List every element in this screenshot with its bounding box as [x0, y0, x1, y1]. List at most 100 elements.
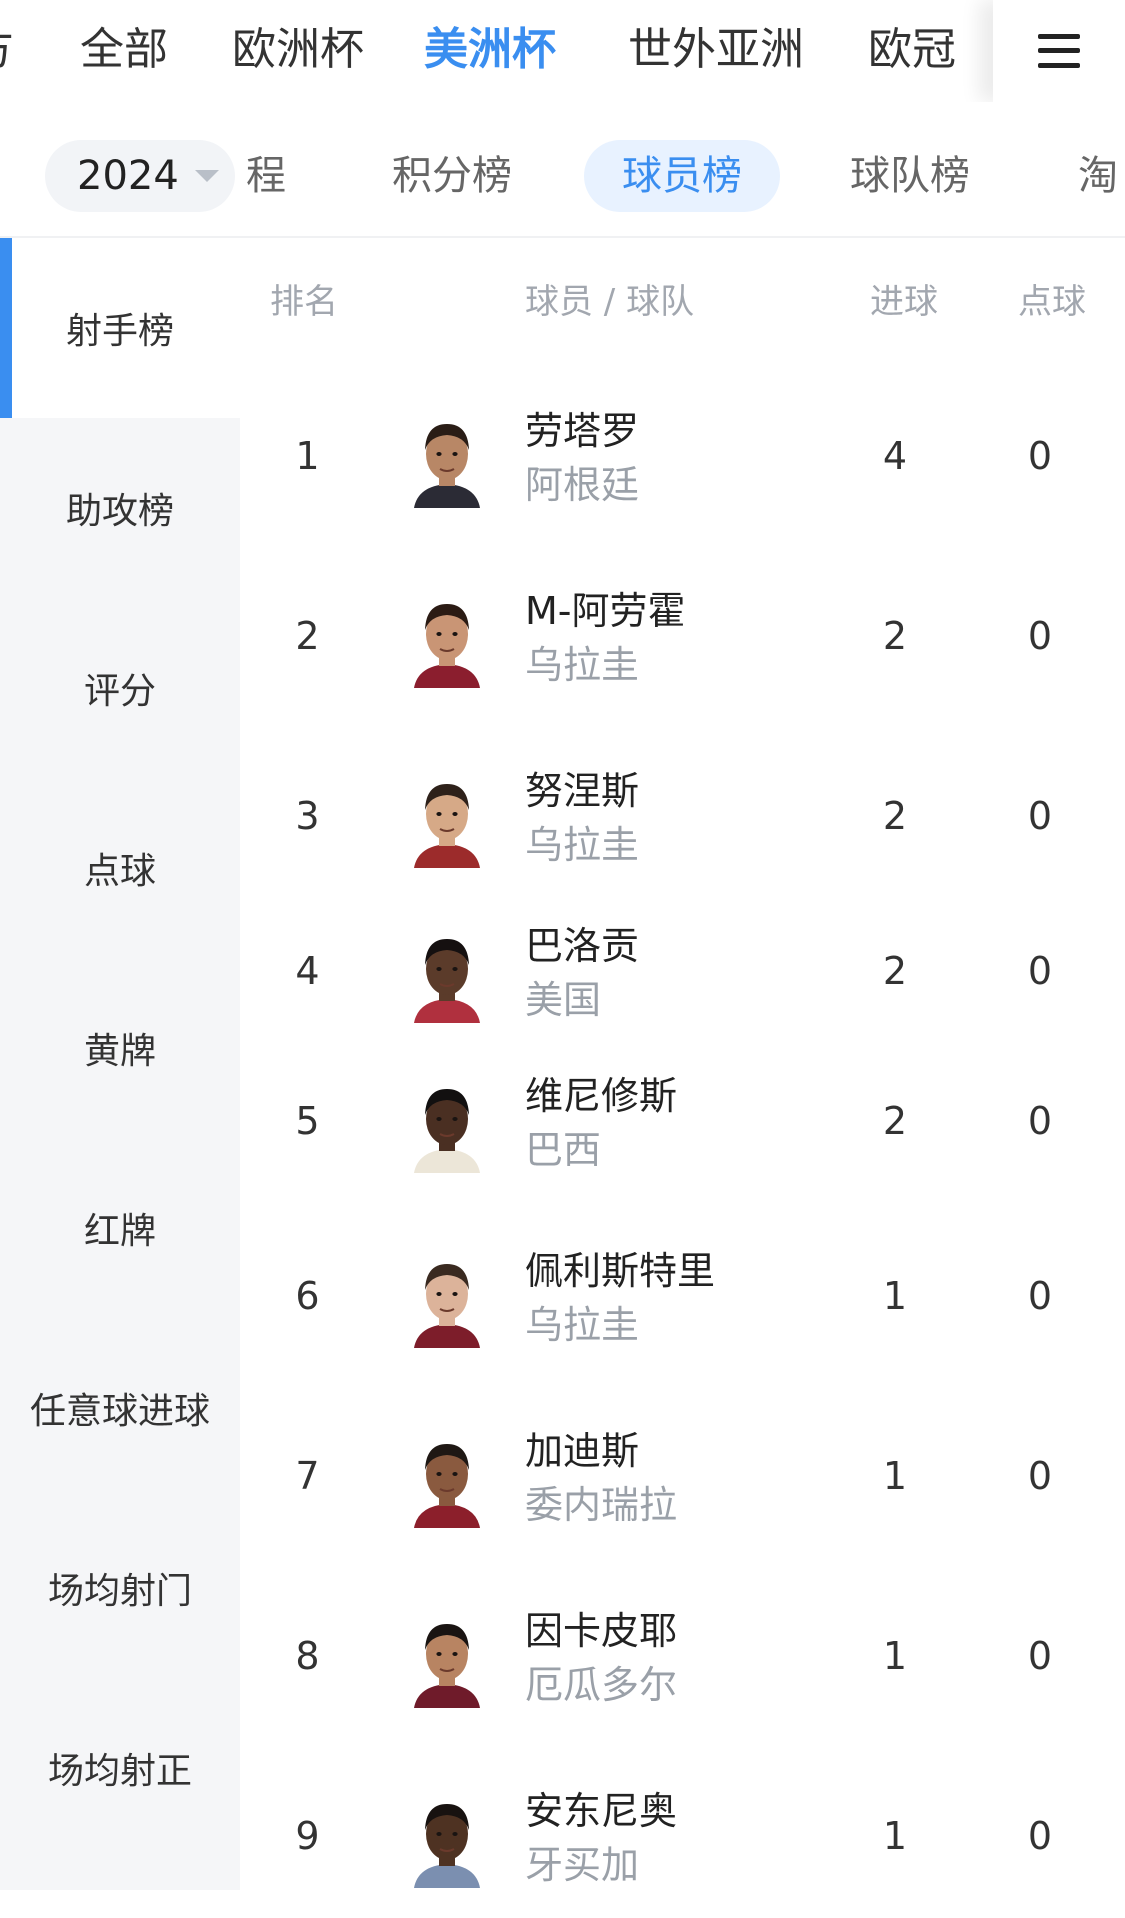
scorers-table: 排名 球员 / 球队 进球 点球 1 劳塔罗阿根廷 4 0 2 M-阿劳霍乌拉圭 2 0 3 努涅…: [240, 238, 1125, 1890]
league-tab-bar: 方 全部 欧洲杯 美洲杯 世外亚洲 欧冠: [0, 0, 1125, 102]
player-avatar: [414, 1444, 480, 1528]
player-name: 因卡皮耶: [525, 1609, 678, 1653]
sidebar-item-label: 射手榜: [65, 311, 174, 352]
sidebar-item-label: 场均射正: [47, 1751, 192, 1792]
row-rank: 2: [295, 614, 320, 658]
sidebar-item-shots-on-target-per-game[interactable]: 场均射正: [0, 1678, 240, 1858]
player-avatar: [414, 604, 480, 688]
menu-button[interactable]: [993, 0, 1125, 102]
tab-league-wc-asia[interactable]: 世外亚洲: [628, 20, 804, 80]
caret-down-icon: [194, 170, 219, 182]
sidebar-item-label: 评分: [83, 671, 156, 712]
player-team: 阿根廷: [525, 463, 640, 507]
player-name: 劳塔罗: [525, 409, 640, 453]
row-penalties: 0: [1027, 1099, 1053, 1143]
player-team: 委内瑞拉: [525, 1483, 678, 1527]
player-team: 巴西: [525, 1128, 602, 1172]
player-name: 佩利斯特里: [525, 1249, 716, 1293]
row-penalties: 0: [1027, 794, 1053, 838]
row-penalties: 0: [1027, 949, 1053, 993]
sidebar-item-label: 点球: [83, 851, 156, 892]
row-goals: 1: [882, 1454, 908, 1498]
tab-team-rankings[interactable]: 球队榜: [850, 140, 970, 212]
sidebar-item-penalties[interactable]: 点球: [0, 778, 240, 958]
row-goals: 2: [882, 794, 908, 838]
header-rank: 排名: [270, 282, 338, 322]
header-penalties: 点球: [1018, 282, 1086, 322]
tab-league-partial[interactable]: 方: [0, 20, 14, 80]
sidebar-item-label: 黄牌: [83, 1031, 156, 1072]
player-name: 努涅斯: [525, 769, 640, 813]
table-row[interactable]: 3 努涅斯乌拉圭 2 0: [240, 738, 1125, 898]
player-avatar: [414, 1089, 480, 1173]
player-team: 厄瓜多尔: [525, 1663, 678, 1707]
sidebar-item-assists[interactable]: 助攻榜: [0, 418, 240, 598]
player-team: 乌拉圭: [525, 643, 640, 687]
table-row[interactable]: 6 佩利斯特里 乌拉圭 1 0: [240, 1218, 1125, 1378]
tab-knockout-partial[interactable]: 淘: [1078, 140, 1118, 212]
row-rank: 7: [295, 1454, 320, 1498]
row-rank: 4: [295, 949, 320, 993]
player-name: M-阿劳霍: [525, 589, 686, 633]
sidebar-item-label: 场均射门: [47, 1571, 192, 1612]
player-team: 乌拉圭: [525, 1303, 640, 1347]
tab-schedule-partial[interactable]: 程: [246, 140, 286, 212]
table-row[interactable]: 9 安东尼奥牙买加 1 0: [240, 1758, 1125, 1918]
table-row[interactable]: 2 M-阿劳霍 乌拉圭 2 0: [240, 558, 1125, 718]
table-row[interactable]: 8 因卡皮耶厄瓜多尔 1 0: [240, 1578, 1125, 1738]
header-player-team: 球员 / 球队: [525, 282, 695, 322]
sidebar-item-label: 助攻榜: [65, 491, 174, 532]
table-row[interactable]: 7 加迪斯 委内瑞拉 1 0: [240, 1398, 1125, 1558]
season-select[interactable]: 2024: [45, 140, 235, 212]
sidebar-item-label: 红牌: [83, 1211, 156, 1252]
row-rank: 1: [295, 434, 320, 478]
tab-player-rankings[interactable]: 球员榜: [584, 140, 780, 212]
row-penalties: 0: [1027, 1274, 1053, 1318]
row-penalties: 0: [1027, 1814, 1053, 1858]
table-row[interactable]: 4 巴洛贡美国 2 0: [240, 903, 1125, 1043]
player-name: 安东尼奥: [525, 1789, 678, 1833]
player-avatar: [414, 939, 480, 1023]
row-goals: 1: [882, 1814, 908, 1858]
row-penalties: 0: [1027, 614, 1053, 658]
player-team: 乌拉圭: [525, 823, 640, 867]
sidebar-item-yellow-cards[interactable]: 黄牌: [0, 958, 240, 1138]
row-penalties: 0: [1027, 434, 1053, 478]
table-row[interactable]: 5 维尼修斯 巴西 2 0: [240, 1053, 1125, 1193]
player-team: 美国: [525, 978, 602, 1022]
tab-league-euro[interactable]: 欧洲杯: [232, 20, 364, 80]
player-avatar: [414, 1264, 480, 1348]
sidebar-item-shots-per-game[interactable]: 场均射门: [0, 1498, 240, 1678]
row-goals: 1: [882, 1274, 908, 1318]
hamburger-menu-icon: [1038, 34, 1080, 68]
player-avatar: [414, 1804, 480, 1888]
tab-league-all[interactable]: 全部: [80, 20, 168, 80]
player-name: 维尼修斯: [525, 1074, 678, 1118]
tab-standings[interactable]: 积分榜: [392, 140, 512, 212]
category-sidebar: 射手榜 助攻榜 评分 点球 黄牌 红牌 任意球进球 场均射门 场均射正: [0, 238, 240, 1890]
player-avatar: [414, 784, 480, 868]
header-goals: 进球: [870, 282, 938, 322]
sidebar-item-rating[interactable]: 评分: [0, 598, 240, 778]
player-avatar: [414, 424, 480, 508]
row-penalties: 0: [1027, 1454, 1053, 1498]
row-goals: 2: [882, 949, 908, 993]
active-indicator: [0, 238, 12, 418]
tab-league-copa-america[interactable]: 美洲杯: [424, 20, 556, 80]
season-select-value: 2024: [77, 153, 179, 199]
tab-league-ucl[interactable]: 欧冠: [868, 20, 956, 80]
sidebar-item-free-kick-goals[interactable]: 任意球进球: [0, 1318, 240, 1498]
row-penalties: 0: [1027, 1634, 1053, 1678]
player-name: 巴洛贡: [525, 924, 640, 968]
sidebar-item-red-cards[interactable]: 红牌: [0, 1138, 240, 1318]
sidebar-item-top-scorers[interactable]: 射手榜: [0, 238, 240, 418]
row-goals: 1: [882, 1634, 908, 1678]
table-row[interactable]: 1 劳塔罗 阿根廷 4 0: [240, 378, 1125, 538]
row-rank: 3: [295, 794, 320, 838]
row-rank: 8: [295, 1634, 320, 1678]
row-goals: 2: [882, 1099, 908, 1143]
player-team: 牙买加: [525, 1843, 640, 1887]
row-rank: 9: [295, 1814, 320, 1858]
sidebar-item-label: 任意球进球: [29, 1391, 210, 1432]
player-avatar: [414, 1624, 480, 1708]
